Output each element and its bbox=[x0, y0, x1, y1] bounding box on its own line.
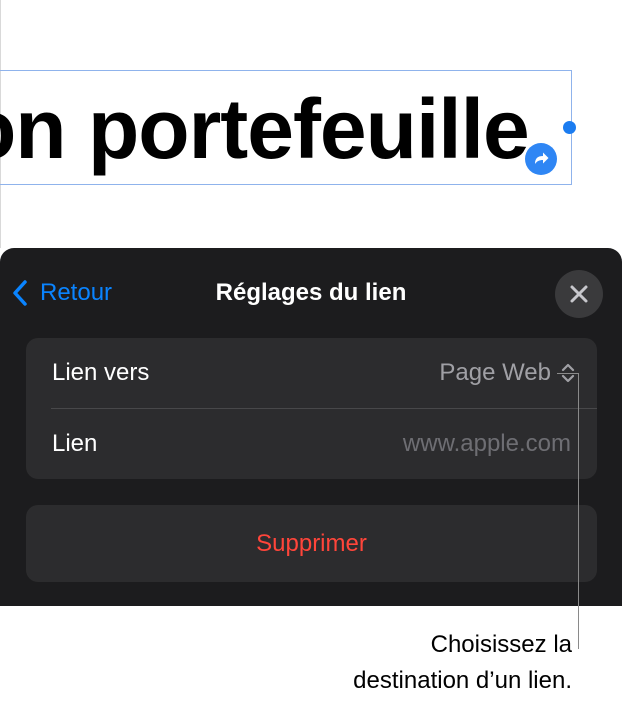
delete-link-button[interactable]: Supprimer bbox=[26, 505, 597, 582]
callout-text: Choisissez la destination d’un lien. bbox=[353, 627, 572, 699]
callout-line-2: destination d’un lien. bbox=[353, 667, 572, 694]
link-settings-panel: Retour Réglages du lien Lien vers Page W… bbox=[0, 248, 622, 606]
link-type-value[interactable]: Page Web bbox=[439, 338, 551, 408]
text-box-content[interactable]: on portefeuille bbox=[0, 79, 530, 179]
link-url-label: Lien bbox=[52, 430, 98, 457]
screen: on portefeuille Retour Réglages du lien … bbox=[0, 0, 622, 705]
close-button[interactable] bbox=[555, 270, 603, 318]
callout-line-1: Choisissez la bbox=[430, 631, 572, 658]
link-to-label: Lien vers bbox=[52, 359, 150, 386]
link-url-field[interactable]: www.apple.com bbox=[403, 409, 571, 479]
link-to-row[interactable]: Lien vers Page Web bbox=[26, 338, 597, 408]
selection-handle[interactable] bbox=[563, 121, 576, 134]
link-url-row[interactable]: Lien www.apple.com bbox=[26, 409, 597, 479]
link-badge-button[interactable] bbox=[522, 140, 560, 178]
link-arrow-icon bbox=[525, 143, 557, 175]
link-settings-group: Lien vers Page Web Lien www.apple.com bbox=[26, 338, 597, 479]
panel-title: Réglages du lien bbox=[215, 279, 407, 306]
close-icon bbox=[570, 285, 588, 303]
callout-leader-vertical bbox=[578, 373, 579, 649]
callout-leader-horizontal bbox=[557, 373, 579, 374]
selected-text-box[interactable]: on portefeuille bbox=[0, 70, 572, 185]
